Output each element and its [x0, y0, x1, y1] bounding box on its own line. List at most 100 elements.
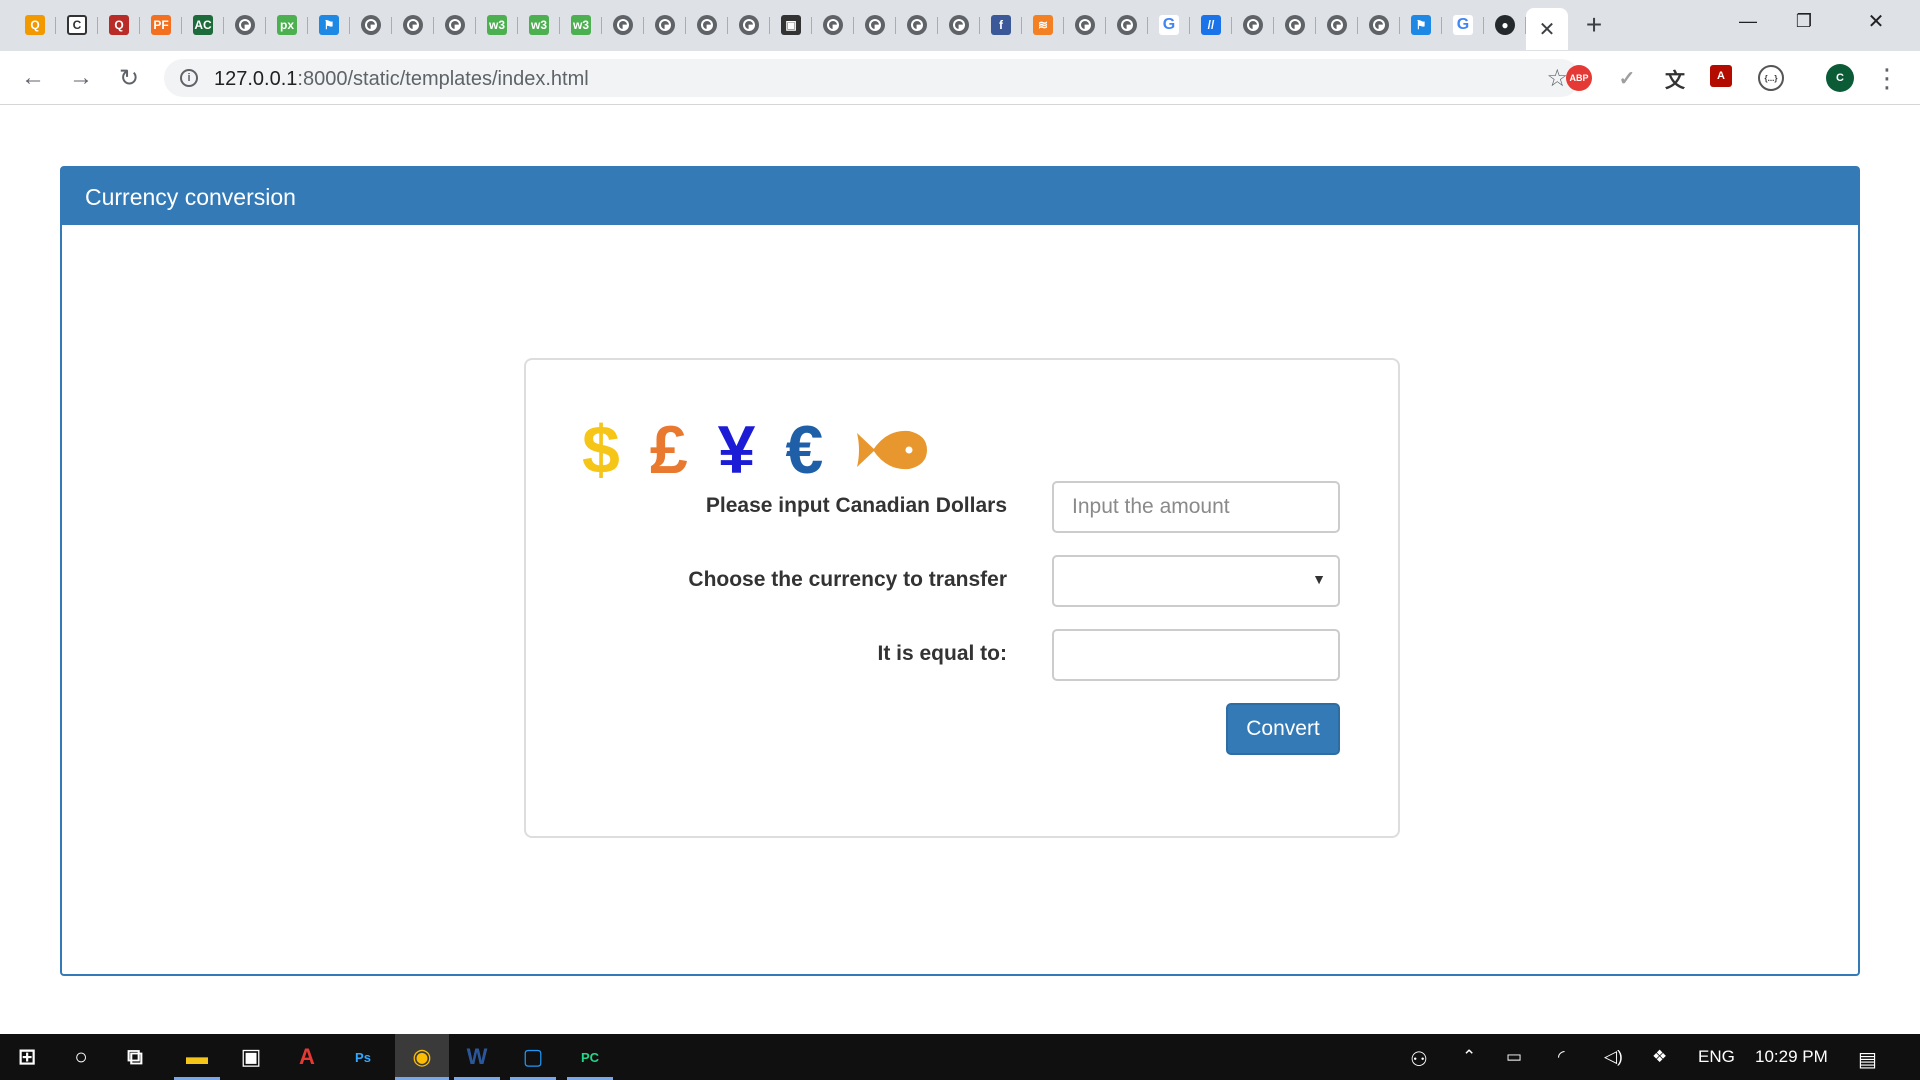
file-explorer-icon[interactable]: ▬ — [170, 1034, 224, 1080]
ac-icon: AC — [193, 15, 213, 35]
pinned-tab[interactable] — [434, 8, 476, 42]
pinned-tab[interactable]: ⚑ — [1400, 8, 1442, 42]
pinned-tab[interactable] — [224, 8, 266, 42]
start-button[interactable]: ⊞ — [0, 1034, 54, 1080]
pinned-tab[interactable] — [1064, 8, 1106, 42]
store-icon[interactable]: ▣ — [224, 1034, 278, 1080]
globe-icon — [235, 15, 255, 35]
restore-button[interactable]: ❐ — [1776, 0, 1832, 42]
address-bar[interactable]: i 127.0.0.1:8000/static/templates/index.… — [164, 59, 1580, 97]
amount-input[interactable] — [1052, 481, 1340, 533]
currency-select[interactable]: ▼ — [1052, 555, 1340, 607]
adblock-icon[interactable]: ABP — [1566, 65, 1592, 91]
pinned-tab[interactable]: ● — [1484, 8, 1526, 42]
pinned-tab[interactable]: G — [1442, 8, 1484, 42]
slash-icon: // — [1201, 15, 1221, 35]
google-icon: G — [1159, 15, 1179, 35]
acrobat-taskbar-icon[interactable]: A — [280, 1034, 334, 1080]
pinned-tabs: Q C Q PF AC px ⚑ w3 w3 w3 ▣ f ≋ G // ⚑ G ● ✕ + — [14, 8, 1614, 50]
people-icon[interactable]: ⚇ — [1410, 1047, 1428, 1072]
pinned-tab[interactable] — [728, 8, 770, 42]
pinned-tab[interactable]: // — [1190, 8, 1232, 42]
pycharm-icon-glyph: PC — [580, 1049, 600, 1065]
url-text[interactable]: 127.0.0.1:8000/static/templates/index.ht… — [214, 68, 589, 91]
photoshop-icon[interactable]: Ps — [336, 1034, 390, 1080]
back-button[interactable]: ← — [18, 63, 48, 93]
pinned-tab[interactable]: f — [980, 8, 1022, 42]
json-icon[interactable]: {...} — [1758, 65, 1784, 91]
pinned-tab[interactable] — [602, 8, 644, 42]
close-window-button[interactable]: ✕ — [1832, 0, 1920, 42]
w3-icon: w3 — [487, 15, 507, 35]
pinned-tab[interactable]: C — [56, 8, 98, 42]
pinned-tab[interactable] — [350, 8, 392, 42]
active-tab-close-button[interactable]: ✕ — [1526, 8, 1568, 50]
check-icon[interactable]: ✓ — [1614, 65, 1640, 91]
pinned-tab[interactable] — [1316, 8, 1358, 42]
translate-icon[interactable]: 文 — [1662, 65, 1688, 92]
site-info-icon[interactable]: i — [180, 69, 198, 87]
pinned-tab[interactable]: ▣ — [770, 8, 812, 42]
acrobat-taskbar-icon-glyph: A — [299, 1044, 315, 1069]
globe-icon — [445, 15, 465, 35]
currency-symbols: $ £ ¥ € — [582, 415, 929, 485]
windows-taskbar: ⊞ ○ ⧉ ▬ ▣ A Ps ◉ W ▢ PC ⚇ ⌃ ▭ ◜ ◁) ❖ ENG 10:29 PM … — [0, 1034, 1920, 1080]
tablet-app-icon[interactable]: ▢ — [506, 1034, 560, 1080]
dropbox-icon[interactable]: ❖ — [1652, 1047, 1667, 1067]
pycharm-icon[interactable]: PC — [563, 1034, 617, 1080]
globe-icon — [403, 15, 423, 35]
pinned-tab[interactable] — [896, 8, 938, 42]
reload-button[interactable]: ↻ — [114, 63, 144, 93]
pinned-tab[interactable]: AC — [182, 8, 224, 42]
pinned-tab[interactable]: ⚑ — [308, 8, 350, 42]
acrobat-icon[interactable]: A — [1710, 65, 1732, 87]
profile-avatar[interactable]: C — [1826, 64, 1854, 92]
pinned-tab[interactable]: ≋ — [1022, 8, 1064, 42]
action-center-icon[interactable]: ▤ — [1858, 1047, 1877, 1072]
pinned-tab[interactable] — [938, 8, 980, 42]
pinned-tab[interactable]: w3 — [476, 8, 518, 42]
bookmark-star-icon[interactable]: ☆ — [1546, 64, 1568, 93]
language-indicator[interactable]: ENG — [1698, 1047, 1735, 1067]
bracket-c-icon: C — [67, 15, 87, 35]
battery-icon[interactable]: ▭ — [1506, 1047, 1522, 1067]
pinned-tab[interactable] — [812, 8, 854, 42]
browser-menu-icon[interactable]: ⋮ — [1872, 63, 1902, 93]
convert-button[interactable]: Convert — [1226, 703, 1340, 755]
wifi-icon[interactable]: ◜ — [1558, 1047, 1565, 1067]
pinned-tab[interactable] — [1358, 8, 1400, 42]
pound-icon: £ — [649, 412, 688, 488]
pinned-tab[interactable] — [1274, 8, 1316, 42]
new-tab-button[interactable]: + — [1574, 8, 1614, 42]
task-view-icon[interactable]: ⧉ — [108, 1034, 162, 1080]
euro-icon: € — [785, 412, 824, 488]
google-icon: G — [1453, 15, 1473, 35]
cortana-icon[interactable]: ○ — [54, 1034, 108, 1080]
url-host: 127.0.0.1 — [214, 68, 298, 90]
pinned-tab[interactable] — [1232, 8, 1274, 42]
pinned-tab[interactable]: w3 — [518, 8, 560, 42]
result-field[interactable] — [1052, 629, 1340, 681]
pinned-tab[interactable]: Q — [98, 8, 140, 42]
pinned-tab[interactable] — [686, 8, 728, 42]
pinned-tab[interactable]: w3 — [560, 8, 602, 42]
pinned-tab[interactable] — [1106, 8, 1148, 42]
forward-button[interactable]: → — [66, 63, 96, 93]
pinned-tab[interactable]: PF — [140, 8, 182, 42]
pinned-tab[interactable] — [854, 8, 896, 42]
chevron-up-icon[interactable]: ⌃ — [1462, 1047, 1476, 1067]
volume-icon[interactable]: ◁) — [1604, 1047, 1623, 1067]
pinned-tab[interactable] — [392, 8, 434, 42]
word-icon[interactable]: W — [450, 1034, 504, 1080]
globe-icon — [949, 15, 969, 35]
pinned-tab[interactable]: px — [266, 8, 308, 42]
pinned-tab[interactable] — [644, 8, 686, 42]
globe-icon — [613, 15, 633, 35]
minimize-button[interactable]: — — [1720, 0, 1776, 42]
pinned-tab[interactable]: Q — [14, 8, 56, 42]
fish-icon — [857, 430, 928, 470]
px-icon: px — [277, 15, 297, 35]
chrome-icon[interactable]: ◉ — [395, 1034, 449, 1080]
clock[interactable]: 10:29 PM — [1755, 1047, 1828, 1067]
pinned-tab[interactable]: G — [1148, 8, 1190, 42]
